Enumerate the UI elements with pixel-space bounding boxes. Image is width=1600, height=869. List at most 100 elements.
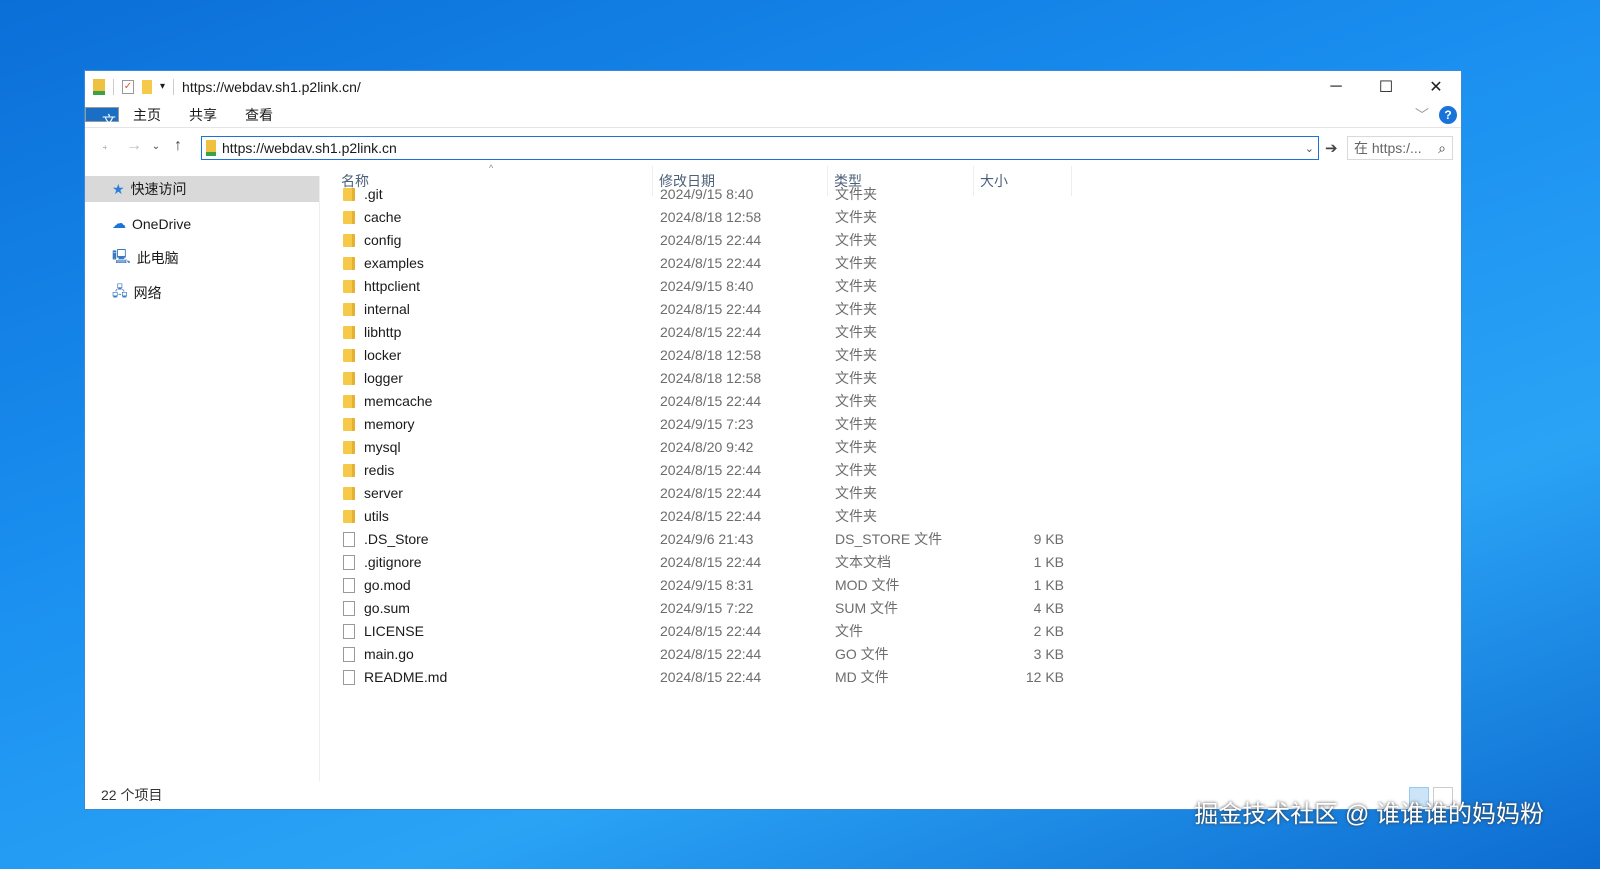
customize-toolbar-icon[interactable]: ▾ [160,81,165,92]
file-row[interactable]: .git 2024/9/15 8:40 文件夹 [321,183,1081,206]
file-name: utils [364,508,389,524]
file-date: 2024/8/15 22:44 [660,646,762,662]
file-type: 文件夹 [835,324,877,340]
file-size: 9 KB [1033,531,1064,547]
file-type: 文件夹 [835,439,877,455]
up-button[interactable]: ↑ [165,137,191,155]
file-icon [343,601,355,616]
file-type: MD 文件 [835,669,889,685]
file-name: examples [364,255,424,271]
folder-icon [343,280,355,293]
file-type: GO 文件 [835,646,889,662]
divider [113,78,114,95]
sidebar-item-onedrive[interactable]: ☁ OneDrive [85,211,319,237]
file-size: 4 KB [1033,600,1064,616]
file-row[interactable]: LICENSE 2024/8/15 22:44 文件 2 KB [321,620,1081,643]
file-date: 2024/9/15 7:23 [660,416,754,432]
star-icon: ★ [112,180,125,197]
file-row[interactable]: server 2024/8/15 22:44 文件夹 [321,482,1081,505]
file-type: 文件夹 [835,232,877,248]
folder-icon [343,441,355,454]
folder-icon [343,303,355,316]
file-row[interactable]: httpclient 2024/9/15 8:40 文件夹 [321,275,1081,298]
file-date: 2024/8/15 22:44 [660,301,762,317]
file-row[interactable]: memcache 2024/8/15 22:44 文件夹 [321,390,1081,413]
divider [173,78,175,95]
file-name: .gitignore [364,554,422,570]
file-size: 12 KB [1025,669,1064,685]
file-row[interactable]: locker 2024/8/18 12:58 文件夹 [321,344,1081,367]
file-size: 2 KB [1033,623,1064,639]
properties-icon[interactable]: ✓ [122,79,134,94]
file-date: 2024/8/18 12:58 [660,347,762,363]
file-row[interactable]: logger 2024/8/18 12:58 文件夹 [321,367,1081,390]
new-folder-icon[interactable] [142,79,152,94]
tab-home[interactable]: 主页 [119,102,175,128]
file-row[interactable]: .DS_Store 2024/9/6 21:43 DS_STORE 文件 9 K… [321,528,1081,551]
file-name: logger [364,370,403,386]
file-name: memcache [364,393,433,409]
sidebar-item-this-pc[interactable]: 🖳 此电脑 [85,245,319,271]
file-row[interactable]: go.mod 2024/9/15 8:31 MOD 文件 1 KB [321,574,1081,597]
forward-button[interactable]: → [121,137,147,155]
file-icon [343,555,355,570]
sidebar-item-quick-access[interactable]: ★ 快速访问 [85,176,319,202]
navigation-pane: ★ 快速访问 ☁ OneDrive 🖳 此电脑 🖧 网络 [85,176,320,781]
file-row[interactable]: cache 2024/8/18 12:58 文件夹 [321,206,1081,229]
ribbon-tabs: 文件 主页 共享 查看 ﹀ ? [85,102,1461,155]
minimize-button[interactable]: ─ [1311,71,1361,102]
window-title: https://webdav.sh1.p2link.cn/ [182,78,361,95]
address-bar[interactable]: https://webdav.sh1.p2link.cn ⌄ [201,136,1319,160]
file-type: 文件 [835,623,863,639]
folder-icon [343,257,355,270]
address-input[interactable]: https://webdav.sh1.p2link.cn [222,140,397,156]
file-date: 2024/8/15 22:44 [660,324,762,340]
file-size: 3 KB [1033,646,1064,662]
file-date: 2024/8/15 22:44 [660,462,762,478]
file-type: MOD 文件 [835,577,900,593]
file-name: go.sum [364,600,410,616]
file-icon [343,532,355,547]
search-input[interactable]: 在 https:/... ⌕ [1347,136,1453,160]
help-icon[interactable]: ? [1439,106,1457,124]
file-row[interactable]: mysql 2024/8/20 9:42 文件夹 [321,436,1081,459]
file-type: 文件夹 [835,462,877,478]
file-date: 2024/9/15 7:22 [660,600,754,616]
folder-icon [343,188,355,201]
file-row[interactable]: README.md 2024/8/15 22:44 MD 文件 12 KB [321,666,1081,689]
file-date: 2024/9/6 21:43 [660,531,754,547]
file-type: 文本文档 [835,554,891,570]
tab-file[interactable]: 文件 [85,107,119,155]
file-row[interactable]: redis 2024/8/15 22:44 文件夹 [321,459,1081,482]
file-type: 文件夹 [835,370,877,386]
file-row[interactable]: .gitignore 2024/8/15 22:44 文本文档 1 KB [321,551,1081,574]
file-type: 文件夹 [835,393,877,409]
expand-ribbon-icon[interactable]: ﹀ [1415,105,1429,125]
file-type: 文件夹 [835,508,877,524]
file-name: httpclient [364,278,421,294]
file-name: cache [364,209,402,225]
tab-view[interactable]: 查看 [231,102,287,128]
file-type: SUM 文件 [835,600,898,616]
close-button[interactable]: ✕ [1411,71,1461,102]
file-row[interactable]: config 2024/8/15 22:44 文件夹 [321,229,1081,252]
watermark: 掘金技术社区 @ 谁谁谁的妈妈粉 [1194,801,1544,828]
file-row[interactable]: utils 2024/8/15 22:44 文件夹 [321,505,1081,528]
file-row[interactable]: main.go 2024/8/15 22:44 GO 文件 3 KB [321,643,1081,666]
file-row[interactable]: libhttp 2024/8/15 22:44 文件夹 [321,321,1081,344]
file-row[interactable]: internal 2024/8/15 22:44 文件夹 [321,298,1081,321]
file-row[interactable]: examples 2024/8/15 22:44 文件夹 [321,252,1081,275]
folder-icon [343,234,355,247]
maximize-button[interactable]: ☐ [1361,71,1411,102]
file-row[interactable]: go.sum 2024/9/15 7:22 SUM 文件 4 KB [321,597,1081,620]
file-date: 2024/8/15 22:44 [660,554,762,570]
tab-share[interactable]: 共享 [175,102,231,128]
file-size: 1 KB [1033,554,1064,570]
sidebar-item-network[interactable]: 🖧 网络 [85,280,319,306]
go-button[interactable]: ➔ [1325,139,1338,157]
folder-icon [343,372,355,385]
file-row[interactable]: memory 2024/9/15 7:23 文件夹 [321,413,1081,436]
recent-locations-dropdown[interactable]: ⌄ [147,141,165,152]
file-date: 2024/8/15 22:44 [660,623,762,639]
address-dropdown-icon[interactable]: ⌄ [1305,142,1314,155]
